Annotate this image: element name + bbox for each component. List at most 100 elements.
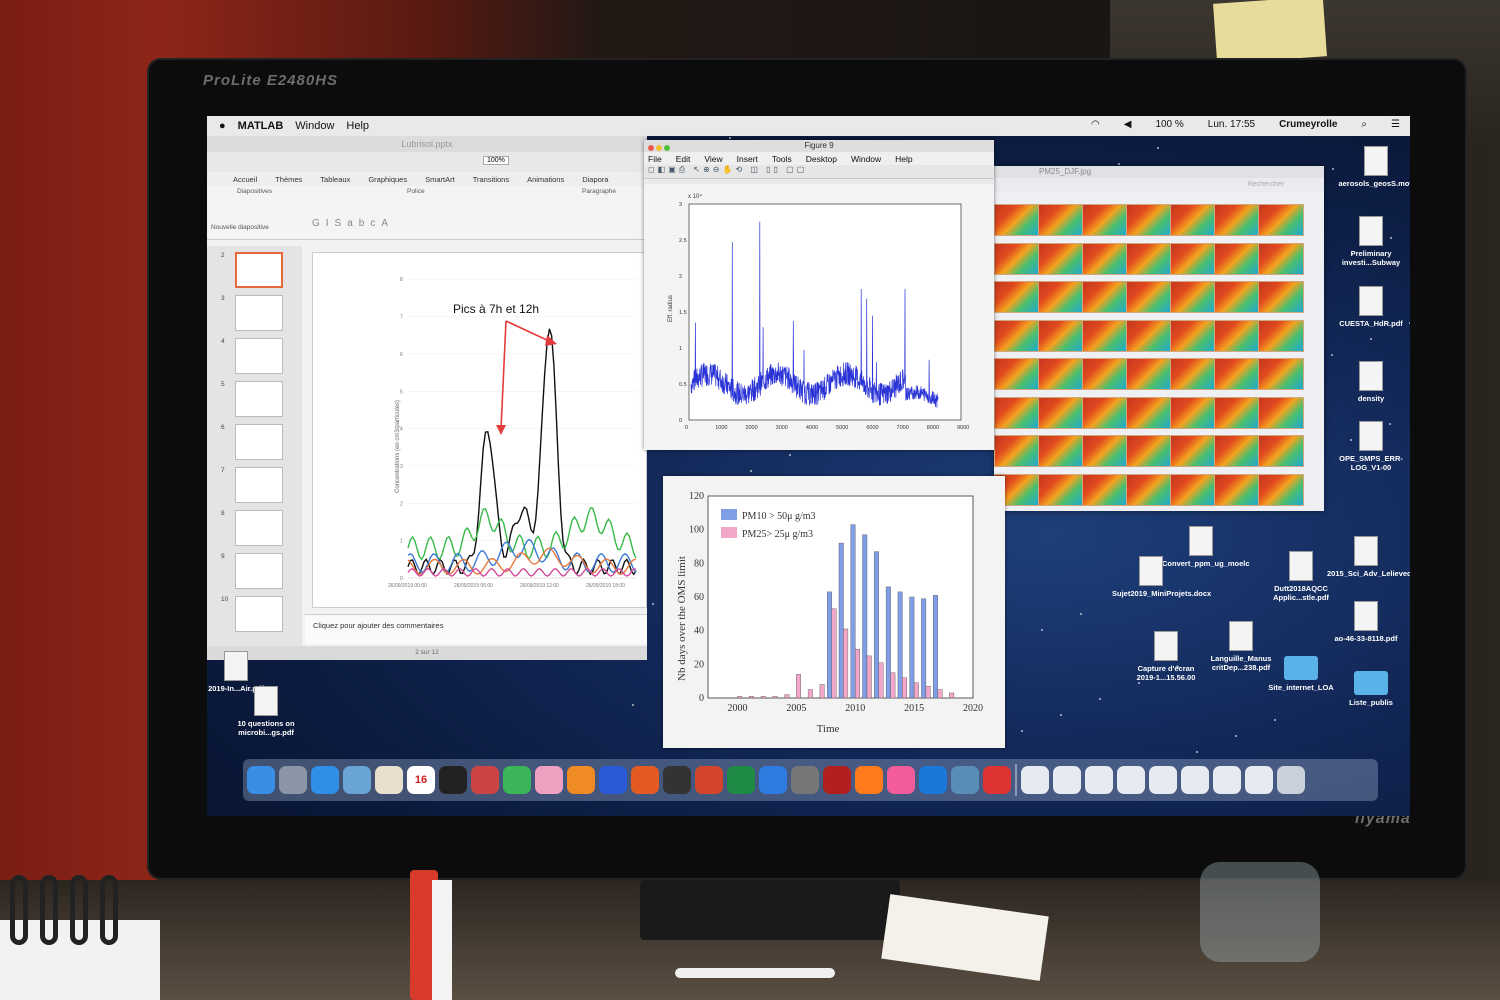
pm25-map-thumbnail[interactable] [1082,396,1128,429]
tab-accueil[interactable]: Accueil [233,175,257,184]
pm25-map-thumbnail[interactable] [994,242,1040,275]
pm25-map-thumbnail[interactable] [1082,435,1128,467]
fig-menu-view[interactable]: View [704,154,722,164]
pm25-map-thumbnail[interactable] [994,319,1040,352]
mail-icon[interactable] [343,766,371,794]
pm25-map-thumbnail[interactable] [1170,319,1216,352]
pm25-map-thumbnail[interactable] [1258,281,1304,313]
tab-smartart[interactable]: SmartArt [425,175,455,184]
pm25-map-thumbnail[interactable] [1258,242,1304,275]
slide-thumbnail[interactable] [235,553,283,589]
user-name[interactable]: Crumeyrolle [1279,119,1337,130]
slide-canvas[interactable]: 0 1 2 3 4 5 6 7 8 26/09/2019 00:00 26/09/2019 06:0… [312,252,647,608]
pm25-map-thumbnail[interactable] [1038,281,1084,313]
desktop-icon[interactable]: Preliminary investi...Subway [1332,216,1410,267]
image-viewer-search[interactable]: Rechercher [994,178,1324,192]
pm25-map-thumbnail[interactable] [1126,396,1172,429]
fig-menu-edit[interactable]: Edit [676,154,691,164]
desktop-icon[interactable]: 10 questions on microbi...gs.pdf [227,686,305,737]
system-prefs-icon[interactable] [791,766,819,794]
pm25-map-thumbnail[interactable] [1038,319,1084,352]
pm25-map-thumbnail[interactable] [1170,473,1216,506]
photos-icon[interactable] [375,766,403,794]
launchpad-icon[interactable] [279,766,307,794]
dock-document-icon[interactable] [1085,766,1113,794]
excel-icon[interactable] [727,766,755,794]
slide-thumbnail[interactable] [235,338,283,374]
pm25-map-thumbnail[interactable] [1214,435,1260,467]
desktop-icon[interactable]: ao-46-33-8118.pdf [1327,601,1405,643]
acrobat-icon[interactable] [823,766,851,794]
desktop-icon[interactable]: Site_internet_LOA [1262,656,1340,692]
teamviewer-icon[interactable] [919,766,947,794]
pm25-map-thumbnail[interactable] [1214,242,1260,275]
zoom-icon[interactable] [664,145,670,151]
search-icon[interactable]: ⌕ [1361,119,1367,130]
window-controls[interactable] [648,143,672,155]
new-slide-button[interactable]: Nouvelle diapositive [211,224,269,231]
tab-themes[interactable]: Thèmes [275,175,302,184]
minimize-icon[interactable] [656,145,662,151]
slide-thumbnail[interactable] [235,252,283,288]
pm25-map-thumbnail[interactable] [994,358,1040,390]
pm25-map-thumbnail[interactable] [994,204,1040,236]
pm25-map-thumbnail[interactable] [1214,319,1260,352]
dock-document-icon[interactable] [1181,766,1209,794]
figure9-toolbar[interactable]: ◻◧▣⎙ ↖⊕⊖✋⟲ ◫ ▯▯ ▢▢ [644,165,994,179]
slide-thumbnail[interactable] [235,295,283,331]
xquartz-icon[interactable] [663,766,691,794]
dock-document-icon[interactable] [1213,766,1241,794]
pm25-map-thumbnail[interactable] [1258,396,1304,429]
pm25-map-thumbnail[interactable] [1170,242,1216,275]
dock-document-icon[interactable] [1117,766,1145,794]
fig-menu-file[interactable]: File [648,154,662,164]
pm25-map-thumbnail[interactable] [1258,435,1304,467]
safari-icon[interactable] [311,766,339,794]
pm25-map-thumbnail[interactable] [1126,435,1172,467]
pm25-map-thumbnail[interactable] [1082,204,1128,236]
battery-status[interactable]: 100 % [1155,119,1183,130]
menu-app-name[interactable]: MATLAB [238,120,284,132]
pm25-map-thumbnail[interactable] [1082,242,1128,275]
tab-transitions[interactable]: Transitions [473,175,509,184]
pm25-map-thumbnail[interactable] [1038,435,1084,467]
pm25-map-thumbnail[interactable] [1170,204,1216,236]
pm25-map-thumbnail[interactable] [1170,358,1216,390]
pm25-map-thumbnail[interactable] [1126,473,1172,506]
pm25-map-thumbnail[interactable] [994,435,1040,467]
pm25-map-thumbnail[interactable] [1214,358,1260,390]
pm25-map-thumbnail[interactable] [1170,281,1216,313]
comments-field[interactable]: Cliquez pour ajouter des commentaires [305,614,647,644]
image-capture-icon[interactable] [951,766,979,794]
tab-diaporama[interactable]: Diapora [582,175,608,184]
menu-window[interactable]: Window [295,120,334,132]
pm25-map-thumbnail[interactable] [1038,242,1084,275]
desktop-icon[interactable]: Capture d'écran 2019-1...15.56.00 [1127,631,1205,682]
slide-thumbnail[interactable] [235,510,283,546]
pm25-map-thumbnail[interactable] [1126,242,1172,275]
dock-document-icon[interactable] [1149,766,1177,794]
pm25-map-thumbnail[interactable] [1082,319,1128,352]
desktop-icon[interactable]: OPE_SMPS_ERR-LOG_V1-00 [1332,421,1410,472]
fig-menu-insert[interactable]: Insert [737,154,758,164]
pm25-map-thumbnail[interactable] [1126,281,1172,313]
calendar-icon[interactable]: 16 [407,766,435,794]
menu-help[interactable]: Help [346,120,369,132]
slide-thumbnail[interactable] [235,381,283,417]
format-buttons[interactable]: GISabcA [312,218,394,229]
pm25-map-thumbnail[interactable] [1126,358,1172,390]
pm25-map-thumbnail[interactable] [1038,204,1084,236]
pm25-map-thumbnail[interactable] [1214,473,1260,506]
pm25-map-thumbnail[interactable] [1038,396,1084,429]
pm25-map-thumbnail[interactable] [1214,396,1260,429]
books-icon[interactable] [567,766,595,794]
pm25-map-thumbnail[interactable] [994,281,1040,313]
terminal-icon[interactable] [439,766,467,794]
fig-menu-desktop[interactable]: Desktop [806,154,837,164]
slide-thumbnail[interactable] [235,596,283,632]
pm25-map-thumbnail[interactable] [1214,204,1260,236]
pm25-map-thumbnail[interactable] [1258,319,1304,352]
pm25-map-thumbnail[interactable] [1082,281,1128,313]
pm25-map-thumbnail[interactable] [1170,435,1216,467]
desktop-icon[interactable]: Dutt2018AQCC Applic...stle.pdf [1262,551,1340,602]
